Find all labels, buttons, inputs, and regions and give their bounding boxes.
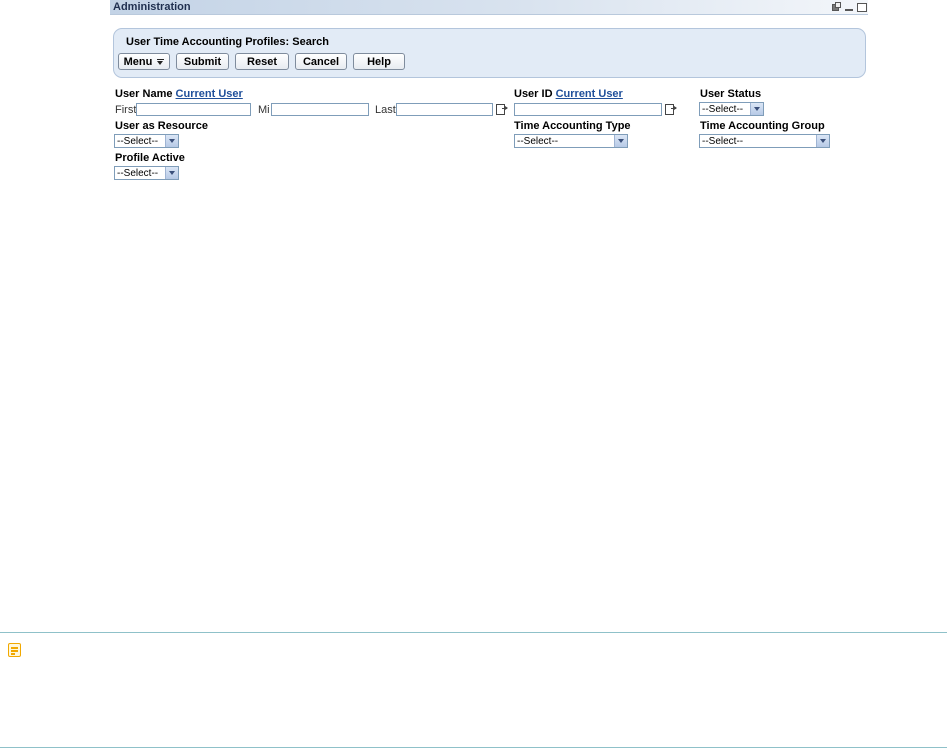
minimize-icon[interactable] (844, 2, 854, 12)
maximize-icon[interactable] (857, 2, 867, 12)
profile-active-value: --Select-- (117, 167, 159, 179)
first-name-label: First (115, 104, 137, 116)
user-name-lookup-icon[interactable] (496, 104, 508, 115)
user-as-resource-select[interactable]: --Select-- (114, 134, 179, 148)
restore-icon[interactable] (831, 2, 841, 12)
user-status-select[interactable]: --Select-- (699, 102, 764, 116)
user-as-resource-label: User as Resource (115, 120, 208, 132)
menu-button[interactable]: Menu (118, 53, 170, 70)
user-status-value: --Select-- (702, 103, 744, 115)
menu-button-label: Menu (123, 55, 153, 68)
time-accounting-type-label: Time Accounting Type (514, 120, 631, 132)
user-id-label-text: User ID (514, 88, 553, 100)
cancel-button[interactable]: Cancel (295, 53, 347, 70)
profile-active-select[interactable]: --Select-- (114, 166, 179, 180)
user-name-label: User Name Current User (115, 88, 243, 100)
menu-dropdown-icon (157, 58, 165, 65)
last-name-label: Last (375, 104, 396, 116)
time-accounting-group-value: --Select-- (702, 135, 744, 147)
note-bottom-divider (0, 747, 947, 748)
time-accounting-type-select[interactable]: --Select-- (514, 134, 628, 148)
portlet-controls (831, 1, 867, 13)
chevron-down-icon (816, 135, 829, 147)
middle-initial-input[interactable] (271, 103, 369, 116)
portlet-title-bar: Administration (110, 0, 868, 15)
time-accounting-group-label: Time Accounting Group (700, 120, 825, 132)
panel-title: User Time Accounting Profiles: Search (126, 36, 329, 48)
last-name-input[interactable] (396, 103, 493, 116)
user-id-input[interactable] (514, 103, 662, 116)
user-name-label-text: User Name (115, 88, 173, 100)
note-top-divider (0, 632, 947, 633)
user-as-resource-value: --Select-- (117, 135, 159, 147)
time-accounting-type-value: --Select-- (517, 135, 559, 147)
user-id-lookup-icon[interactable] (665, 104, 677, 115)
middle-initial-label: Mi (258, 104, 270, 116)
chevron-down-icon (750, 103, 763, 115)
chevron-down-icon (614, 135, 627, 147)
note-icon (8, 643, 23, 659)
time-accounting-group-select[interactable]: --Select-- (699, 134, 830, 148)
profile-active-label: Profile Active (115, 152, 185, 164)
portlet-title: Administration (113, 1, 191, 13)
user-id-current-user-link[interactable]: Current User (556, 88, 623, 100)
search-panel: User Time Accounting Profiles: Search Me… (113, 28, 866, 78)
help-button[interactable]: Help (353, 53, 405, 70)
chevron-down-icon (165, 135, 178, 147)
first-name-input[interactable] (136, 103, 251, 116)
reset-button[interactable]: Reset (235, 53, 289, 70)
user-name-current-user-link[interactable]: Current User (176, 88, 243, 100)
user-id-label: User ID Current User (514, 88, 623, 100)
user-status-label: User Status (700, 88, 762, 100)
button-row: Menu Submit Reset Cancel Help (118, 53, 405, 70)
submit-button[interactable]: Submit (176, 53, 229, 70)
chevron-down-icon (165, 167, 178, 179)
